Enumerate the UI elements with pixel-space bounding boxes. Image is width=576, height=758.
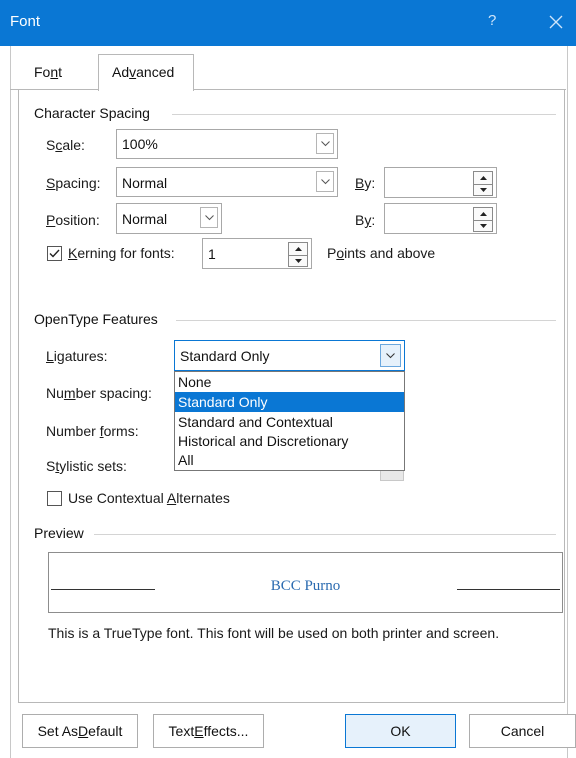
chevron-down-icon [320, 178, 330, 184]
ligatures-combobox[interactable]: Standard Only [174, 340, 405, 371]
ligatures-dropdown-button[interactable] [380, 344, 401, 367]
tab-font[interactable]: Font [34, 64, 62, 80]
stylistic-sets-label: Stylistic sets: [46, 458, 127, 474]
spacing-by-spinner[interactable] [473, 171, 493, 196]
chevron-down-icon [386, 352, 395, 358]
chevron-down-icon [204, 214, 214, 220]
contextual-alternates-label: Use Contextual Alternates [68, 490, 230, 506]
spin-up-button[interactable] [474, 208, 492, 221]
preview-heading: Preview [34, 525, 90, 541]
spin-up-button[interactable] [289, 243, 307, 256]
kerning-suffix-label: Points and above [327, 245, 436, 261]
position-by-spinner[interactable] [473, 207, 493, 232]
opentype-heading: OpenType Features [34, 311, 164, 327]
checkmark-icon [49, 249, 60, 258]
position-by-spinbox[interactable] [384, 203, 497, 234]
preview-sample-text: BCC Purno [270, 578, 341, 594]
position-combobox[interactable]: Normal [116, 203, 222, 234]
dropdown-option[interactable]: Historical and Discretionary [175, 431, 404, 451]
number-forms-label: Number forms: [46, 423, 139, 439]
position-by-label: By: [355, 212, 376, 228]
group-divider [172, 114, 556, 115]
tab-advanced[interactable]: Advanced [112, 64, 174, 80]
dropdown-option[interactable]: All [175, 450, 404, 470]
ligatures-dropdown-list: None Standard Only Standard and Contextu… [174, 371, 405, 471]
spacing-by-label: By: [355, 175, 376, 191]
position-label: Position: [46, 212, 100, 228]
cancel-button[interactable]: Cancel [469, 714, 576, 748]
help-button[interactable]: ? [488, 12, 496, 29]
scale-combobox[interactable]: 100% [116, 129, 338, 159]
spacing-by-spinbox[interactable] [384, 167, 497, 198]
triangle-down-icon [479, 224, 487, 229]
spin-down-button[interactable] [474, 185, 492, 197]
position-dropdown-button[interactable] [200, 207, 218, 228]
dropdown-option[interactable]: Standard and Contextual [175, 412, 404, 432]
set-as-default-button[interactable]: Set As Default [22, 714, 138, 748]
preview-box: BCC Purno [48, 552, 563, 613]
number-spacing-label: Number spacing: [46, 385, 152, 401]
kerning-spinner[interactable] [288, 242, 308, 267]
spin-down-button[interactable] [289, 256, 307, 268]
dropdown-option[interactable]: None [175, 372, 404, 392]
dropdown-option-selected[interactable]: Standard Only [175, 392, 404, 412]
kerning-checkbox[interactable] [47, 246, 62, 261]
triangle-down-icon [294, 259, 302, 264]
chevron-down-icon [320, 140, 330, 146]
ok-button[interactable]: OK [345, 714, 456, 748]
spin-up-button[interactable] [474, 172, 492, 185]
text-effects-button[interactable]: Text Effects... [153, 714, 264, 748]
spacing-label: Spacing: [46, 175, 101, 191]
spacing-combobox[interactable]: Normal [116, 167, 338, 197]
ligatures-label: Ligatures: [46, 348, 108, 364]
dialog-title: Font [10, 13, 41, 30]
close-icon [549, 15, 563, 29]
scale-dropdown-button[interactable] [316, 133, 334, 154]
triangle-down-icon [479, 188, 487, 193]
kerning-label: Kerning for fonts: [68, 245, 175, 261]
triangle-up-icon [294, 246, 302, 251]
scale-label: Scale: [46, 137, 85, 153]
contextual-alternates-checkbox[interactable] [47, 491, 62, 506]
triangle-up-icon [479, 211, 487, 216]
kerning-spinbox[interactable]: 1 [202, 238, 312, 269]
group-divider [176, 320, 556, 321]
close-button[interactable] [541, 9, 571, 35]
spin-down-button[interactable] [474, 221, 492, 233]
stylistic-sets-dropdown-button[interactable] [380, 470, 404, 481]
spacing-dropdown-button[interactable] [316, 171, 334, 192]
preview-description: This is a TrueType font. This font will … [48, 625, 500, 641]
character-spacing-heading: Character Spacing [34, 105, 156, 121]
triangle-up-icon [479, 175, 487, 180]
group-divider [94, 534, 556, 535]
